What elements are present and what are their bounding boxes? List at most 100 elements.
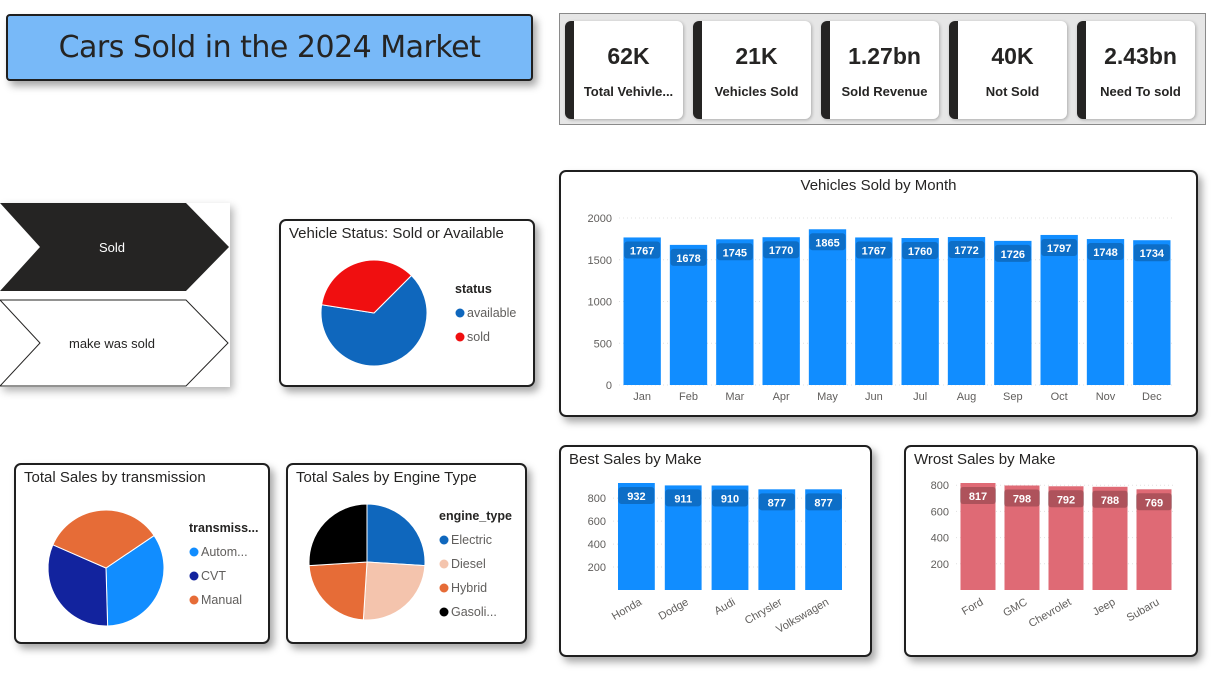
legend-marker: [189, 547, 199, 557]
pie-slice-electric[interactable]: [366, 503, 426, 567]
legend-title: status: [455, 282, 492, 296]
legend-item[interactable]: Autom...: [201, 545, 248, 559]
pie-slice-diesel[interactable]: [362, 561, 426, 621]
y-tick-label: 800: [588, 493, 606, 505]
kpi-label: Need To sold: [1100, 84, 1181, 99]
kpi-value: 1.27bn: [848, 43, 921, 69]
kpi-card-need-to-sold[interactable]: 2.43bn Need To sold: [1077, 21, 1195, 119]
kpi-label: Total Vehivle...: [583, 84, 674, 99]
data-label: 1772: [954, 245, 978, 257]
legend-item[interactable]: Hybrid: [451, 581, 487, 595]
kpi-card-vehicles-sold[interactable]: 21K Vehicles Sold: [693, 21, 811, 119]
dashboard-title-banner: Cars Sold in the 2024 Market: [6, 14, 533, 81]
kpi-label: Sold Revenue: [841, 84, 928, 99]
kpi-value: 40K: [991, 43, 1034, 69]
best-make-bar-chart: 200400600800 932Honda911Dodge910Audi877Ch…: [588, 483, 847, 636]
kpi-card-not-sold[interactable]: 40K Not Sold: [949, 21, 1067, 119]
x-tick-label: Dodge: [657, 596, 691, 623]
legend-item[interactable]: available: [467, 306, 516, 320]
legend-item[interactable]: Electric: [451, 533, 492, 547]
monthly-bar-card[interactable]: Vehicles Sold by Month 0 500 1000 1500 2000 1…: [559, 170, 1198, 417]
x-tick-label: Honda: [610, 596, 645, 623]
y-tick-label: 200: [588, 562, 606, 574]
x-tick-label: Audi: [712, 596, 737, 617]
data-label: 769: [1145, 497, 1163, 509]
legend-marker: [189, 571, 199, 581]
engine-pie-card[interactable]: Total Sales by Engine Type engine_type El…: [286, 463, 527, 644]
legend-title: transmiss...: [189, 521, 258, 535]
x-tick-label: Jan: [633, 391, 651, 403]
kpi-value: 21K: [735, 43, 778, 69]
bar-oct[interactable]: [1040, 234, 1078, 385]
kpi-label: Vehicles Sold: [714, 84, 799, 99]
x-tick-label: Jun: [865, 391, 883, 403]
legend-marker: [455, 332, 465, 342]
y-tick-label: 0: [606, 380, 612, 392]
transmission-pie-card[interactable]: Total Sales by transmission transmiss...…: [14, 463, 270, 644]
x-tick-label: Apr: [773, 391, 790, 403]
data-label: 788: [1101, 495, 1119, 507]
make-sold-arrow-button[interactable]: make was sold: [0, 299, 229, 387]
bar-aug[interactable]: [947, 237, 986, 385]
data-label: 877: [814, 497, 832, 509]
data-label: 1767: [862, 245, 886, 257]
x-tick-label: Subaru: [1125, 596, 1162, 624]
kpi-value: 62K: [607, 43, 650, 69]
pie-slice-hybrid[interactable]: [308, 561, 368, 621]
best-make-bar-card[interactable]: Best Sales by Make 200 400 600 800 932 Honda 9…: [559, 445, 872, 657]
y-tick-label: 400: [931, 533, 949, 545]
pie-slice-gasoli[interactable]: [308, 503, 368, 567]
data-label: 910: [721, 494, 739, 506]
engine-pie-chart: engine_type Electric Diesel Hybrid Gasoli...: [308, 503, 512, 621]
bar-sep[interactable]: [994, 240, 1032, 385]
legend-item[interactable]: sold: [467, 330, 490, 344]
y-tick-label: 1000: [588, 297, 612, 309]
data-label: 1726: [1001, 249, 1025, 261]
bar-jul[interactable]: [901, 238, 939, 385]
bar-feb[interactable]: [669, 244, 708, 385]
x-tick-label: Jeep: [1091, 596, 1118, 618]
bar-jun[interactable]: [855, 237, 893, 385]
x-tick-label: Chevrolet: [1027, 596, 1074, 630]
transmission-pie-chart: transmiss... Autom... CVT Manual: [47, 509, 258, 627]
bar-dec[interactable]: [1133, 240, 1171, 385]
bar-nov[interactable]: [1086, 239, 1125, 385]
legend-item[interactable]: CVT: [201, 569, 226, 583]
legend-item[interactable]: Manual: [201, 593, 242, 607]
status-pie-chart: status available sold: [320, 259, 516, 367]
data-label: 1797: [1047, 243, 1071, 255]
bar-jan[interactable]: [623, 237, 661, 385]
x-tick-label: Nov: [1096, 391, 1116, 403]
x-tick-label: Volkswagen: [774, 596, 831, 636]
kpi-card-total-vehicles[interactable]: 62K Total Vehivle...: [565, 21, 683, 119]
kpi-strip: 62K Total Vehivle... 21K Vehicles Sold 1…: [559, 13, 1206, 125]
data-label: 792: [1057, 494, 1075, 506]
navigation-shape-panel: Sold make was sold: [0, 203, 230, 387]
data-label: 932: [627, 491, 645, 503]
monthly-bar-chart: 0 500 1000 1500 2000 1767 Jan 1678 Feb 1745 Mar 177…: [588, 213, 1175, 403]
bar-apr[interactable]: [762, 237, 800, 385]
kpi-card-sold-revenue[interactable]: 1.27bn Sold Revenue: [821, 21, 939, 119]
worst-make-bar-chart: 200 400 600 800 817 Ford 798 GMC 792 Chevrolet 788…: [931, 480, 1176, 630]
sold-arrow-button[interactable]: Sold: [0, 203, 229, 291]
legend-title: engine_type: [439, 509, 512, 523]
legend-marker: [439, 535, 449, 545]
status-pie-card[interactable]: Vehicle Status: Sold or Available status…: [279, 219, 535, 387]
x-tick-label: Jul: [913, 391, 927, 403]
y-tick-label: 600: [588, 516, 606, 528]
legend-item[interactable]: Diesel: [451, 557, 486, 571]
bar-mar[interactable]: [716, 239, 754, 385]
worst-make-bar-card[interactable]: Wrost Sales by Make 200 400 600 800 817 Ford 7…: [904, 445, 1198, 657]
x-tick-label: May: [817, 391, 838, 403]
legend-marker: [439, 559, 449, 569]
dashboard-title: Cars Sold in the 2024 Market: [58, 30, 481, 65]
bar-may[interactable]: [808, 229, 847, 385]
sold-arrow-label: Sold: [99, 240, 125, 255]
data-label: 1865: [815, 237, 839, 249]
legend-item[interactable]: Gasoli...: [451, 605, 497, 619]
data-label: 1745: [723, 247, 747, 259]
data-label: 1678: [676, 253, 700, 265]
y-tick-label: 500: [594, 338, 612, 350]
data-label: 877: [768, 497, 786, 509]
data-label: 1748: [1093, 247, 1117, 259]
